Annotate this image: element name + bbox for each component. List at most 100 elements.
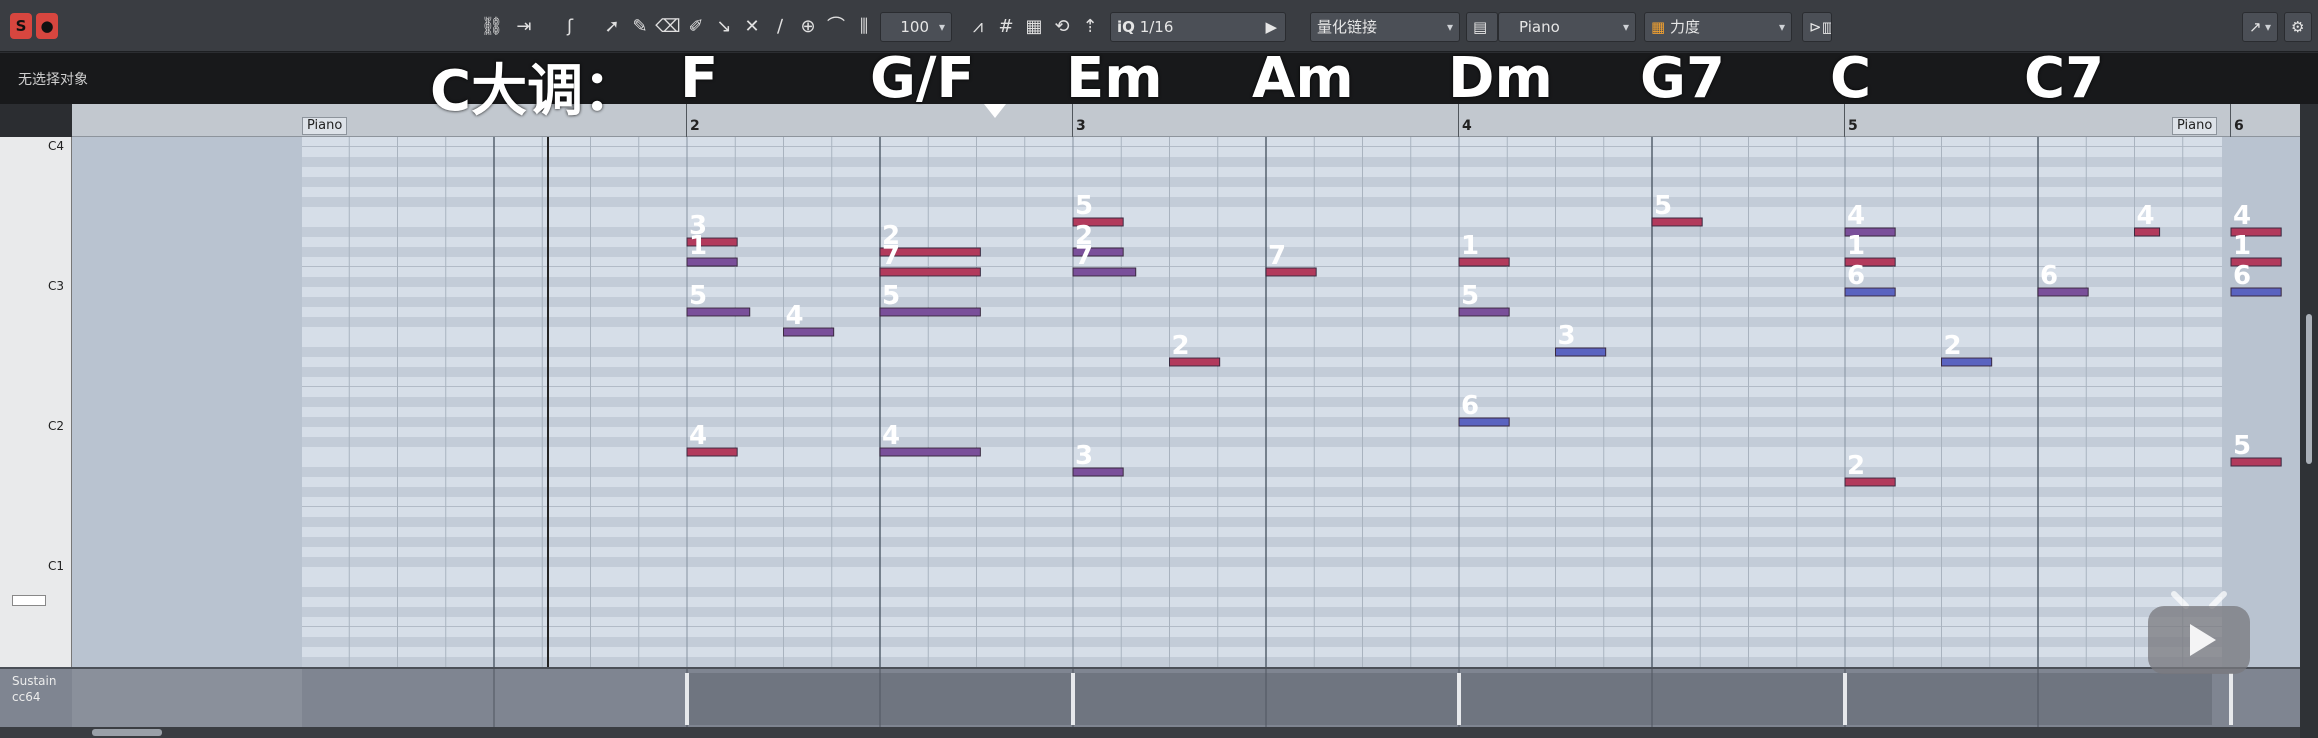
pitch-row xyxy=(72,587,2300,597)
pitch-row xyxy=(72,597,2300,607)
pitch-row xyxy=(72,627,2300,637)
note-degree-label: 1 xyxy=(1461,231,1479,261)
chord-label: Em xyxy=(1066,46,1163,111)
note-degree-label: 4 xyxy=(786,301,804,331)
pitch-row xyxy=(72,177,2300,187)
chord-label: F xyxy=(680,46,719,111)
pitch-row xyxy=(72,457,2300,467)
tv-logo-icon xyxy=(2148,591,2250,674)
key-title: C大调： xyxy=(430,59,640,124)
piano-keyboard[interactable]: C4 C3 C2 C1 xyxy=(0,137,72,667)
pitch-row xyxy=(72,227,2300,237)
bar-number: 5 xyxy=(1848,118,1858,134)
sustain-event[interactable] xyxy=(2229,673,2233,725)
pitch-row xyxy=(72,197,2300,207)
pitch-row xyxy=(72,217,2300,227)
note-degree-label: 5 xyxy=(2233,431,2251,461)
pitch-row xyxy=(72,637,2300,647)
pitch-row xyxy=(72,367,2300,377)
note-degree-label: 2 xyxy=(1944,331,1962,361)
controller-lane[interactable]: Sustain cc64 xyxy=(0,667,2300,729)
vertical-scroll-thumb[interactable] xyxy=(2306,314,2312,464)
pitch-row xyxy=(72,237,2300,247)
pitch-row xyxy=(72,167,2300,177)
sustain-event[interactable] xyxy=(1843,673,1847,725)
note-degree-label: 7 xyxy=(1075,241,1093,271)
pitch-row xyxy=(72,247,2300,257)
pitch-row xyxy=(72,477,2300,487)
note-degree-label: 5 xyxy=(689,281,707,311)
horizontal-scrollbar[interactable] xyxy=(0,727,2300,738)
pitch-row xyxy=(72,297,2300,307)
key-label-c3: C3 xyxy=(48,279,65,293)
pitch-row xyxy=(72,537,2300,547)
note-degree-label: 6 xyxy=(1461,391,1479,421)
pitch-row xyxy=(72,377,2300,387)
pitch-row xyxy=(72,447,2300,457)
lane-active-region xyxy=(686,673,2212,725)
pitch-row xyxy=(72,397,2300,407)
bar-number: 6 xyxy=(2234,118,2244,134)
sustain-event[interactable] xyxy=(1457,673,1461,725)
note-degree-label: 4 xyxy=(2233,201,2251,231)
note-degree-label: 6 xyxy=(2040,261,2058,291)
pitch-row xyxy=(72,437,2300,447)
note-degree-label: 6 xyxy=(1847,261,1865,291)
inactive-region-left xyxy=(72,137,302,667)
pitch-row xyxy=(72,527,2300,537)
pitch-row xyxy=(72,467,2300,477)
note-degree-label: 5 xyxy=(1461,281,1479,311)
pitch-row xyxy=(72,507,2300,517)
chord-label: Am xyxy=(1252,46,1354,111)
pitch-row xyxy=(72,647,2300,657)
pitch-row xyxy=(72,607,2300,617)
key-label-c1: C1 xyxy=(48,559,65,573)
track-tag-right: Piano xyxy=(2172,117,2218,135)
bar-number: 3 xyxy=(1076,118,1086,134)
pitch-row xyxy=(72,487,2300,497)
pitch-row xyxy=(72,577,2300,587)
pitch-row xyxy=(72,317,2300,327)
vertical-scrollbar[interactable] xyxy=(2300,104,2318,738)
note-degree-label: 7 xyxy=(882,241,900,271)
lane-inactive-left xyxy=(72,669,302,729)
highlighted-key xyxy=(12,595,46,606)
note-degree-label: 4 xyxy=(689,421,707,451)
pitch-row xyxy=(72,267,2300,277)
pitch-row xyxy=(72,157,2300,167)
pitch-row xyxy=(72,417,2300,427)
pitch-row xyxy=(72,147,2300,157)
note-degree-label: 6 xyxy=(2233,261,2251,291)
pitch-row xyxy=(72,557,2300,567)
pitch-row xyxy=(72,287,2300,297)
chord-label: C xyxy=(1830,46,1872,111)
sustain-event[interactable] xyxy=(685,673,689,725)
note-degree-label: 4 xyxy=(882,421,900,451)
chord-label: G7 xyxy=(1640,46,1725,111)
pitch-row xyxy=(72,137,2300,147)
note-degree-label: 4 xyxy=(2137,201,2155,231)
chord-label: C7 xyxy=(2024,46,2105,111)
note-degree-label: 1 xyxy=(2233,231,2251,261)
pitch-row xyxy=(72,427,2300,437)
note-grid[interactable]: 3154452754527327156354162264416522315115… xyxy=(72,137,2300,667)
note-degree-label: 3 xyxy=(1558,321,1576,351)
key-label-c4: C4 xyxy=(48,139,65,153)
note-degree-label: 1 xyxy=(689,231,707,261)
pitch-row xyxy=(72,187,2300,197)
note-degree-label: 5 xyxy=(882,281,900,311)
bar-number: 4 xyxy=(1462,118,1472,134)
note-degree-label: 2 xyxy=(1847,451,1865,481)
pitch-row xyxy=(72,207,2300,217)
note-degree-label: 5 xyxy=(1654,191,1672,221)
pitch-row xyxy=(72,517,2300,527)
note-degree-label: 5 xyxy=(1075,191,1093,221)
chord-label: G/F xyxy=(870,46,975,111)
pitch-row xyxy=(72,657,2300,667)
track-tag-left: Piano xyxy=(302,117,348,135)
chord-label: Dm xyxy=(1448,46,1553,111)
pitch-row xyxy=(72,617,2300,627)
note-degree-label: 4 xyxy=(1847,201,1865,231)
horizontal-scroll-thumb[interactable] xyxy=(92,729,162,736)
sustain-event[interactable] xyxy=(1071,673,1075,725)
